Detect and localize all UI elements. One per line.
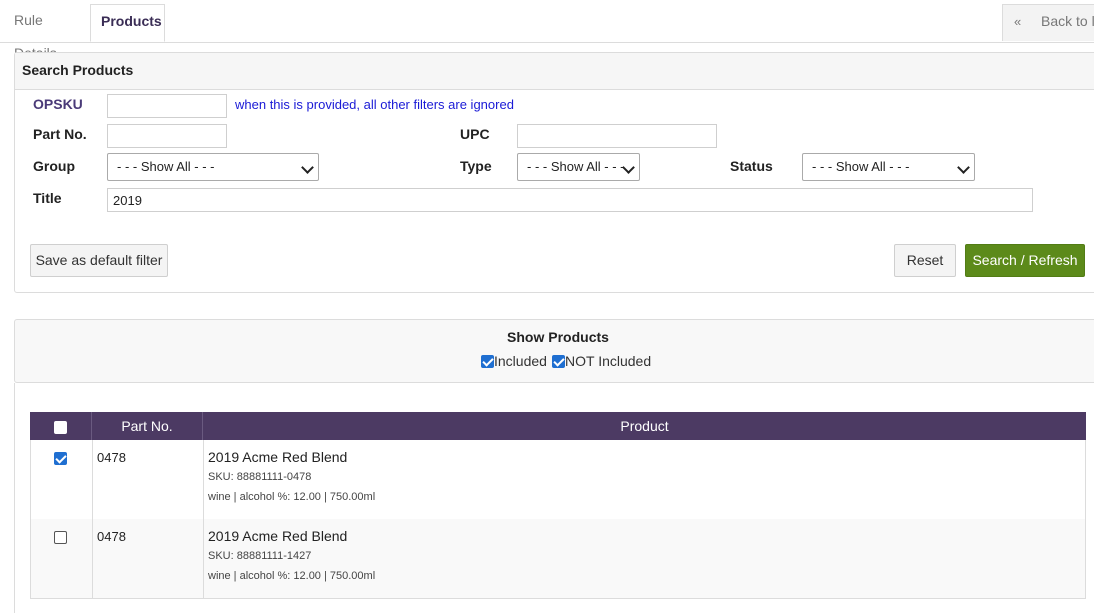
part-no-label: Part No.: [33, 126, 87, 142]
select-all-checkbox[interactable]: [54, 421, 67, 434]
not-included-label: NOT Included: [565, 353, 652, 369]
show-products-title: Show Products: [507, 329, 609, 345]
title-field[interactable]: [107, 188, 1033, 212]
group-select[interactable]: - - - Show All - - -: [107, 153, 319, 181]
part-no-field[interactable]: [107, 124, 227, 148]
table-header: Part No. Product: [30, 412, 1086, 440]
row-checkbox[interactable]: [54, 531, 67, 544]
reset-button[interactable]: Reset: [894, 244, 956, 277]
search-panel-title: Search Products: [22, 62, 134, 78]
table-row: 0478 2019 Acme Red Blend SKU: 88881111-1…: [30, 519, 1086, 599]
type-label: Type: [460, 158, 492, 174]
upc-label: UPC: [460, 126, 490, 142]
type-select[interactable]: - - - Show All - - -: [517, 153, 640, 181]
table-row: 0478 2019 Acme Red Blend SKU: 88881111-0…: [30, 440, 1086, 520]
group-select-value: - - - Show All - - -: [117, 159, 215, 174]
tab-rule-details[interactable]: Rule Details: [3, 4, 88, 61]
chevron-down-icon: [957, 161, 970, 174]
included-label: Included: [494, 353, 547, 369]
row-product-title: 2019 Acme Red Blend: [208, 528, 348, 544]
back-to-list-label: Back to lis: [1041, 13, 1094, 29]
tab-bar: Rule Details Products « Back to lis: [0, 0, 1094, 61]
status-label: Status: [730, 158, 773, 174]
save-default-filter-button[interactable]: Save as default filter: [30, 244, 168, 277]
row-product-title: 2019 Acme Red Blend: [208, 449, 348, 465]
opsku-hint: when this is provided, all other filters…: [235, 97, 514, 112]
opsku-field[interactable]: [107, 94, 227, 118]
tab-products[interactable]: Products: [90, 4, 165, 42]
row-product-sku: SKU: 88881111-0478: [208, 471, 312, 483]
chevron-down-icon: [301, 161, 314, 174]
show-products-panel: Show Products: [14, 319, 1094, 383]
back-to-list-button[interactable]: « Back to lis: [1002, 4, 1094, 41]
status-select-value: - - - Show All - - -: [812, 159, 910, 174]
not-included-checkbox[interactable]: [552, 355, 565, 368]
row-product-meta: wine | alcohol %: 12.00 | 750.00ml: [208, 491, 376, 503]
row-product-sku: SKU: 88881111-1427: [208, 550, 312, 562]
row-part-no: 0478: [97, 450, 126, 465]
part-no-header[interactable]: Part No.: [92, 412, 203, 440]
group-label: Group: [33, 158, 75, 174]
double-chevron-left-icon: «: [1014, 14, 1022, 29]
product-header[interactable]: Product: [203, 412, 1086, 440]
opsku-label: OPSKU: [33, 96, 83, 112]
search-panel-header: Search Products: [15, 53, 1094, 90]
row-part-no: 0478: [97, 529, 126, 544]
select-all-header: [30, 412, 92, 440]
status-select[interactable]: - - - Show All - - -: [802, 153, 975, 181]
type-select-value: - - - Show All - - -: [527, 159, 625, 174]
included-checkbox[interactable]: [481, 355, 494, 368]
search-refresh-button[interactable]: Search / Refresh: [965, 244, 1085, 277]
row-product-meta: wine | alcohol %: 12.00 | 750.00ml: [208, 570, 376, 582]
title-label: Title: [33, 190, 62, 206]
upc-field[interactable]: [517, 124, 717, 148]
row-checkbox[interactable]: [54, 452, 67, 465]
